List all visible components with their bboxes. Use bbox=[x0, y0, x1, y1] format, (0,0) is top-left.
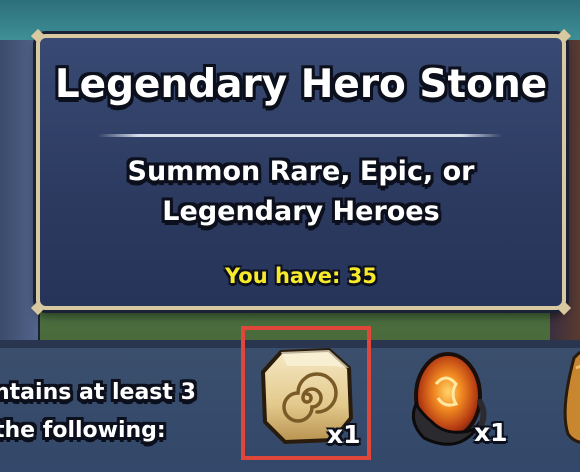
loot-bag-icon[interactable] bbox=[556, 338, 580, 448]
tooltip-title: Legendary Hero Stone bbox=[54, 62, 548, 107]
background-frame-left bbox=[0, 40, 40, 340]
contents-label-line: ntains at least 3 bbox=[0, 380, 196, 405]
item-slot-dragon-egg[interactable]: x1 bbox=[392, 326, 522, 460]
item-quantity: x1 bbox=[327, 420, 361, 449]
item-slot-hero-stone[interactable]: x1 bbox=[241, 326, 371, 460]
contents-label-line: the following: bbox=[0, 418, 166, 443]
tooltip-description-line: Legendary Heroes bbox=[162, 196, 440, 227]
tooltip-description-line: Summon Rare, Epic, or bbox=[127, 156, 475, 187]
owned-count-label: You have: 35 bbox=[225, 264, 377, 288]
tooltip-description: Summon Rare, Epic, or Legendary Heroes bbox=[40, 152, 562, 232]
tooltip-divider bbox=[98, 134, 502, 137]
item-tooltip: Legendary Hero Stone Summon Rare, Epic, … bbox=[30, 28, 572, 316]
contents-label: ntains at least 3 the following: bbox=[0, 374, 224, 450]
item-quantity: x1 bbox=[474, 418, 508, 447]
